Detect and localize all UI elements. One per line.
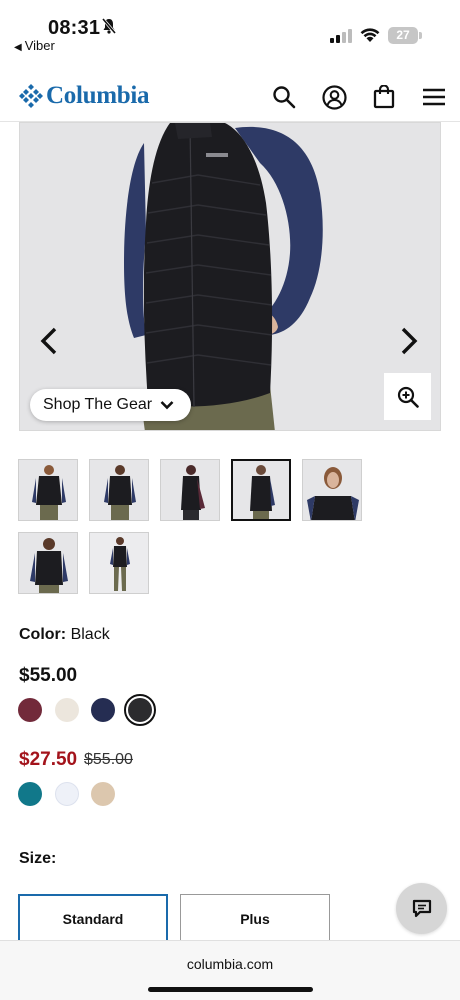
battery-nub — [419, 32, 422, 39]
status-time: 08:31 — [48, 17, 101, 39]
thumbnail[interactable] — [302, 459, 362, 521]
product-main-image[interactable] — [19, 122, 441, 431]
size-label: Size: — [19, 850, 57, 867]
thumbnail[interactable] — [89, 532, 149, 594]
next-image-arrow[interactable] — [396, 323, 422, 359]
zoom-button[interactable] — [384, 373, 431, 420]
color-swatch-navy[interactable] — [91, 698, 115, 722]
shop-the-gear-label: Shop The Gear — [43, 396, 153, 413]
thumbnail-selected[interactable] — [231, 459, 291, 521]
thumbnail[interactable] — [18, 459, 78, 521]
battery-indicator: 27 — [388, 27, 418, 44]
columbia-logo[interactable]: Columbia — [18, 82, 149, 110]
bag-icon[interactable] — [371, 84, 397, 110]
thumbnail[interactable] — [89, 459, 149, 521]
color-swatch-white[interactable] — [55, 782, 79, 806]
color-swatch-teal[interactable] — [18, 782, 42, 806]
chat-bubble-icon — [412, 899, 431, 918]
size-option-standard[interactable]: Standard — [18, 894, 168, 944]
site-header: Columbia — [0, 70, 460, 122]
zoom-in-icon — [397, 386, 419, 408]
color-swatch-tan[interactable] — [91, 782, 115, 806]
color-value: Black — [70, 626, 110, 643]
browser-address-bar[interactable]: columbia.com — [0, 940, 460, 1000]
back-triangle-icon: ◀ — [14, 42, 22, 53]
account-icon[interactable] — [321, 84, 347, 110]
chat-button[interactable] — [396, 883, 447, 934]
thumbnail[interactable] — [18, 532, 78, 594]
shop-the-gear-button[interactable]: Shop The Gear — [30, 389, 191, 421]
back-app-label: Viber — [24, 38, 55, 53]
color-swatch-burgundy[interactable] — [18, 698, 42, 722]
wifi-icon — [359, 26, 381, 48]
product-photo-vest — [20, 123, 440, 430]
status-bar: 08:31 ◀ Viber 27 — [0, 0, 460, 62]
home-indicator[interactable] — [148, 987, 313, 992]
brand-name: Columbia — [46, 82, 150, 109]
color-swatch-cream[interactable] — [55, 698, 79, 722]
back-to-app-link[interactable]: ◀ Viber — [14, 38, 55, 53]
chevron-down-icon — [160, 401, 174, 410]
regular-price: $55.00 — [19, 665, 78, 686]
prev-image-arrow[interactable] — [36, 323, 62, 359]
color-selection-label: Color: Black — [19, 626, 110, 644]
color-swatch-black[interactable] — [128, 698, 152, 722]
color-label: Color: — [19, 626, 67, 643]
search-icon[interactable] — [271, 84, 297, 110]
menu-icon[interactable] — [421, 84, 447, 110]
original-price-struck: $55.00 — [84, 751, 133, 768]
cellular-signal-icon — [330, 29, 352, 48]
bell-muted-icon — [101, 18, 117, 39]
url-text: columbia.com — [186, 956, 274, 972]
sale-price: $27.50 — [19, 749, 78, 770]
columbia-diamond-icon — [19, 84, 43, 108]
size-option-plus[interactable]: Plus — [180, 894, 330, 944]
thumbnail[interactable] — [160, 459, 220, 521]
